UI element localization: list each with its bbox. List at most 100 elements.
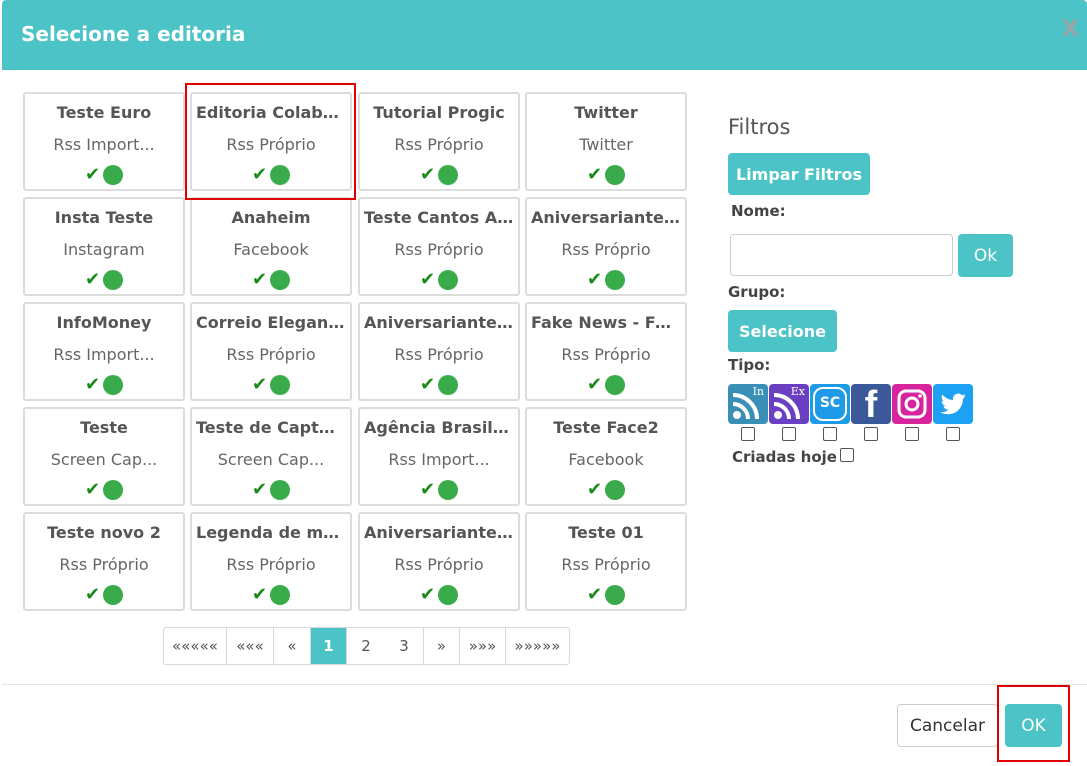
group-select-button[interactable]: Selecione	[728, 310, 837, 352]
status-dot-icon	[438, 165, 459, 185]
card-title: Correio Elegant...	[196, 313, 346, 332]
type-checkbox-twitter[interactable]	[946, 427, 960, 441]
page-prev-button[interactable]: «	[274, 628, 311, 664]
dialog-header: Selecione a editoria X	[2, 0, 1087, 70]
type-checkbox-facebook[interactable]	[864, 427, 878, 441]
page-last-button[interactable]: »»»»»	[506, 628, 569, 664]
status-dot-icon	[605, 480, 626, 500]
page-next-many-button[interactable]: »»»	[460, 628, 506, 664]
page-1-button[interactable]: 1	[311, 628, 347, 664]
clear-filters-button[interactable]: Limpar Filtros	[728, 153, 870, 195]
page-first-button[interactable]: «««««	[164, 628, 227, 664]
status-dot-icon	[605, 270, 626, 290]
editoria-card[interactable]: Anaheim Facebook ✔	[190, 197, 352, 296]
status-dot-icon	[438, 480, 459, 500]
card-status: ✔	[360, 584, 518, 606]
screen-capture-icon[interactable]: SC	[810, 384, 850, 424]
editoria-card[interactable]: Legenda de mol... Rss Próprio ✔	[190, 512, 352, 611]
card-type: Rss Próprio	[226, 555, 316, 574]
editoria-card[interactable]: Insta Teste Instagram ✔	[23, 197, 185, 296]
page-2-button[interactable]: 2	[347, 628, 385, 664]
name-input[interactable]	[730, 234, 953, 276]
page-3-button[interactable]: 3	[385, 628, 424, 664]
editoria-card[interactable]: Teste Cantos Ar... Rss Próprio ✔	[358, 197, 520, 296]
card-type: Rss Próprio	[561, 240, 651, 259]
editoria-card[interactable]: Twitter Twitter ✔	[525, 92, 687, 191]
card-type: Instagram	[63, 240, 145, 259]
card-status: ✔	[192, 374, 350, 396]
editoria-card[interactable]: Editoria Colabo... Rss Próprio ✔	[190, 92, 352, 191]
card-status: ✔	[192, 479, 350, 501]
name-ok-button[interactable]: Ok	[958, 234, 1013, 277]
status-dot-icon	[103, 270, 124, 290]
card-status: ✔	[25, 584, 183, 606]
editoria-card[interactable]: Tutorial Progic Rss Próprio ✔	[358, 92, 520, 191]
page-next-button[interactable]: »	[424, 628, 460, 664]
type-checkbox-instagram[interactable]	[905, 427, 919, 441]
editoria-card[interactable]: Aniversariantes... Rss Próprio ✔	[358, 302, 520, 401]
editoria-card[interactable]: Teste novo 2 Rss Próprio ✔	[23, 512, 185, 611]
card-type: Rss Próprio	[561, 555, 651, 574]
card-title: Aniversariantes...	[531, 208, 681, 227]
dialog-title: Selecione a editoria	[21, 22, 246, 46]
type-checkbox-screen-capture[interactable]	[823, 427, 837, 441]
page-prev-many-button[interactable]: «««	[227, 628, 274, 664]
facebook-badge: f	[864, 384, 878, 424]
facebook-icon[interactable]: f	[851, 384, 891, 424]
editoria-card[interactable]: Correio Elegant... Rss Próprio ✔	[190, 302, 352, 401]
card-status: ✔	[527, 164, 685, 186]
check-icon: ✔	[84, 164, 101, 185]
card-title: Teste 01	[568, 523, 644, 542]
card-status: ✔	[192, 584, 350, 606]
card-status: ✔	[192, 164, 350, 186]
check-icon: ✔	[586, 164, 603, 185]
status-dot-icon	[605, 375, 626, 395]
ok-button[interactable]: OK	[1005, 704, 1062, 747]
card-type: Rss Próprio	[226, 345, 316, 364]
created-today-checkbox[interactable]	[839, 448, 854, 462]
rss-import-badge: In	[752, 385, 764, 398]
type-checkbox-rss-import[interactable]	[741, 427, 755, 441]
card-type: Rss Próprio	[394, 240, 484, 259]
editoria-card[interactable]: Fake News - Fe... Rss Próprio ✔	[525, 302, 687, 401]
editoria-card[interactable]: Teste 01 Rss Próprio ✔	[525, 512, 687, 611]
check-icon: ✔	[84, 584, 101, 605]
check-icon: ✔	[84, 269, 101, 290]
check-icon: ✔	[419, 584, 436, 605]
editoria-card[interactable]: Teste Euro Rss Import... ✔	[23, 92, 185, 191]
editoria-card[interactable]: InfoMoney Rss Import... ✔	[23, 302, 185, 401]
card-status: ✔	[25, 374, 183, 396]
card-type: Rss Próprio	[394, 345, 484, 364]
check-icon: ✔	[419, 374, 436, 395]
rss-import-icon[interactable]: In	[728, 384, 768, 424]
type-label: Tipo:	[728, 356, 771, 374]
status-dot-icon	[103, 480, 124, 500]
card-status: ✔	[360, 374, 518, 396]
close-button[interactable]: X	[1062, 17, 1079, 42]
group-label: Grupo:	[728, 283, 786, 301]
status-dot-icon	[438, 585, 459, 605]
check-icon: ✔	[251, 164, 268, 185]
editoria-card[interactable]: Teste de Captur... Screen Cap... ✔	[190, 407, 352, 506]
card-status: ✔	[360, 269, 518, 291]
editoria-card[interactable]: Teste Face2 Facebook ✔	[525, 407, 687, 506]
editoria-card[interactable]: Aniversariantes... Rss Próprio ✔	[525, 197, 687, 296]
editoria-card[interactable]: Teste Screen Cap... ✔	[23, 407, 185, 506]
cancel-button[interactable]: Cancelar	[897, 704, 998, 747]
check-icon: ✔	[251, 269, 268, 290]
card-title: Teste novo 2	[47, 523, 161, 542]
card-type: Screen Cap...	[50, 450, 158, 469]
rss-external-icon[interactable]: Ex	[769, 384, 809, 424]
editoria-card[interactable]: Agência Brasil - ... Rss Import... ✔	[358, 407, 520, 506]
card-status: ✔	[25, 164, 183, 186]
status-dot-icon	[605, 165, 626, 185]
type-checkbox-rss-external[interactable]	[782, 427, 796, 441]
status-dot-icon	[270, 165, 291, 185]
editoria-card[interactable]: Aniversariantes... Rss Próprio ✔	[358, 512, 520, 611]
card-title: Teste	[80, 418, 128, 437]
twitter-icon[interactable]	[933, 384, 973, 424]
card-title: Twitter	[574, 103, 638, 122]
card-status: ✔	[527, 479, 685, 501]
instagram-icon[interactable]	[892, 384, 932, 424]
check-icon: ✔	[251, 374, 268, 395]
